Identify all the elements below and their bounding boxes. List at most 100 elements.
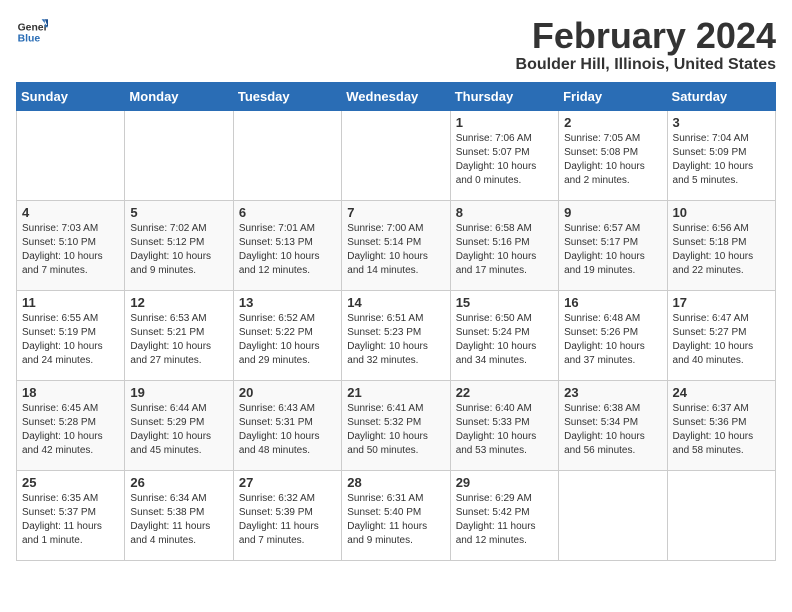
calendar-cell: 15Sunrise: 6:50 AM Sunset: 5:24 PM Dayli… bbox=[450, 290, 558, 380]
day-info: Sunrise: 7:05 AM Sunset: 5:08 PM Dayligh… bbox=[564, 132, 661, 188]
day-info: Sunrise: 6:58 AM Sunset: 5:16 PM Dayligh… bbox=[456, 222, 553, 278]
calendar-cell: 10 Sunrise: 6:56 AM Sunset: 5:18 PM Dayli… bbox=[667, 200, 775, 290]
calendar-cell: 6 Sunrise: 7:01 AM Sunset: 5:13 PM Daylig… bbox=[233, 200, 341, 290]
calendar-week-2: 4 Sunrise: 7:03 AM Sunset: 5:10 PM Daylig… bbox=[17, 200, 776, 290]
calendar-cell: 21 Sunrise: 6:41 AM Sunset: 5:32 PM Dayli… bbox=[342, 380, 450, 470]
col-saturday: Saturday bbox=[667, 82, 775, 110]
day-number: 6 bbox=[239, 205, 336, 220]
calendar-cell bbox=[667, 470, 775, 560]
day-number: 20 bbox=[239, 385, 336, 400]
calendar-cell: 1Sunrise: 7:06 AM Sunset: 5:07 PM Daylig… bbox=[450, 110, 558, 200]
calendar-cell: 13 Sunrise: 6:52 AM Sunset: 5:22 PM Dayli… bbox=[233, 290, 341, 380]
day-info: Sunrise: 6:47 AM Sunset: 5:27 PM Dayligh… bbox=[673, 312, 770, 368]
day-info: Sunrise: 7:00 AM Sunset: 5:14 PM Dayligh… bbox=[347, 222, 444, 278]
calendar-subtitle: Boulder Hill, Illinois, United States bbox=[516, 56, 776, 74]
logo-icon: General Blue bbox=[16, 16, 48, 48]
calendar-cell: 11 Sunrise: 6:55 AM Sunset: 5:19 PM Dayli… bbox=[17, 290, 125, 380]
day-number: 28 bbox=[347, 475, 444, 490]
calendar-table: Sunday Monday Tuesday Wednesday Thursday… bbox=[16, 82, 776, 561]
day-info: Sunrise: 6:35 AM Sunset: 5:37 PM Dayligh… bbox=[22, 492, 119, 548]
day-info: Sunrise: 6:45 AM Sunset: 5:28 PM Dayligh… bbox=[22, 402, 119, 458]
day-number: 14 bbox=[347, 295, 444, 310]
calendar-week-4: 18 Sunrise: 6:45 AM Sunset: 5:28 PM Dayli… bbox=[17, 380, 776, 470]
day-number: 1 bbox=[456, 115, 553, 130]
day-info: Sunrise: 7:02 AM Sunset: 5:12 PM Dayligh… bbox=[130, 222, 227, 278]
calendar-cell bbox=[233, 110, 341, 200]
calendar-cell: 8 Sunrise: 6:58 AM Sunset: 5:16 PM Daylig… bbox=[450, 200, 558, 290]
calendar-cell: 22 Sunrise: 6:40 AM Sunset: 5:33 PM Dayli… bbox=[450, 380, 558, 470]
calendar-cell: 3 Sunrise: 7:04 AM Sunset: 5:09 PM Daylig… bbox=[667, 110, 775, 200]
calendar-cell: 9 Sunrise: 6:57 AM Sunset: 5:17 PM Daylig… bbox=[559, 200, 667, 290]
day-number: 19 bbox=[130, 385, 227, 400]
day-info: Sunrise: 6:31 AM Sunset: 5:40 PM Dayligh… bbox=[347, 492, 444, 548]
day-info: Sunrise: 6:53 AM Sunset: 5:21 PM Dayligh… bbox=[130, 312, 227, 368]
svg-text:General: General bbox=[18, 22, 48, 33]
day-info: Sunrise: 6:52 AM Sunset: 5:22 PM Dayligh… bbox=[239, 312, 336, 368]
day-info: Sunrise: 6:56 AM Sunset: 5:18 PM Dayligh… bbox=[673, 222, 770, 278]
day-number: 26 bbox=[130, 475, 227, 490]
day-number: 16 bbox=[564, 295, 661, 310]
calendar-cell: 18 Sunrise: 6:45 AM Sunset: 5:28 PM Dayli… bbox=[17, 380, 125, 470]
day-number: 25 bbox=[22, 475, 119, 490]
calendar-cell: 7 Sunrise: 7:00 AM Sunset: 5:14 PM Daylig… bbox=[342, 200, 450, 290]
day-info: Sunrise: 7:04 AM Sunset: 5:09 PM Dayligh… bbox=[673, 132, 770, 188]
calendar-cell: 20Sunrise: 6:43 AM Sunset: 5:31 PM Dayli… bbox=[233, 380, 341, 470]
day-info: Sunrise: 7:03 AM Sunset: 5:10 PM Dayligh… bbox=[22, 222, 119, 278]
calendar-cell: 19 Sunrise: 6:44 AM Sunset: 5:29 PM Dayli… bbox=[125, 380, 233, 470]
day-number: 2 bbox=[564, 115, 661, 130]
calendar-cell bbox=[559, 470, 667, 560]
calendar-cell: 25 Sunrise: 6:35 AM Sunset: 5:37 PM Dayli… bbox=[17, 470, 125, 560]
col-sunday: Sunday bbox=[17, 82, 125, 110]
day-number: 7 bbox=[347, 205, 444, 220]
day-info: Sunrise: 6:40 AM Sunset: 5:33 PM Dayligh… bbox=[456, 402, 553, 458]
calendar-cell bbox=[125, 110, 233, 200]
day-info: Sunrise: 6:55 AM Sunset: 5:19 PM Dayligh… bbox=[22, 312, 119, 368]
day-number: 5 bbox=[130, 205, 227, 220]
calendar-header: Sunday Monday Tuesday Wednesday Thursday… bbox=[17, 82, 776, 110]
day-number: 18 bbox=[22, 385, 119, 400]
col-wednesday: Wednesday bbox=[342, 82, 450, 110]
calendar-cell: 24 Sunrise: 6:37 AM Sunset: 5:36 PM Dayli… bbox=[667, 380, 775, 470]
day-number: 21 bbox=[347, 385, 444, 400]
day-info: Sunrise: 6:44 AM Sunset: 5:29 PM Dayligh… bbox=[130, 402, 227, 458]
col-friday: Friday bbox=[559, 82, 667, 110]
calendar-cell: 5 Sunrise: 7:02 AM Sunset: 5:12 PM Daylig… bbox=[125, 200, 233, 290]
day-info: Sunrise: 6:34 AM Sunset: 5:38 PM Dayligh… bbox=[130, 492, 227, 548]
calendar-body: 1Sunrise: 7:06 AM Sunset: 5:07 PM Daylig… bbox=[17, 110, 776, 560]
calendar-cell: 26 Sunrise: 6:34 AM Sunset: 5:38 PM Dayli… bbox=[125, 470, 233, 560]
calendar-cell: 2 Sunrise: 7:05 AM Sunset: 5:08 PM Daylig… bbox=[559, 110, 667, 200]
svg-text:Blue: Blue bbox=[18, 34, 41, 45]
day-number: 13 bbox=[239, 295, 336, 310]
col-monday: Monday bbox=[125, 82, 233, 110]
day-info: Sunrise: 6:48 AM Sunset: 5:26 PM Dayligh… bbox=[564, 312, 661, 368]
day-number: 12 bbox=[130, 295, 227, 310]
calendar-week-5: 25 Sunrise: 6:35 AM Sunset: 5:37 PM Dayli… bbox=[17, 470, 776, 560]
calendar-cell bbox=[342, 110, 450, 200]
calendar-cell: 28 Sunrise: 6:31 AM Sunset: 5:40 PM Dayli… bbox=[342, 470, 450, 560]
day-number: 9 bbox=[564, 205, 661, 220]
day-info: Sunrise: 6:57 AM Sunset: 5:17 PM Dayligh… bbox=[564, 222, 661, 278]
day-info: Sunrise: 6:37 AM Sunset: 5:36 PM Dayligh… bbox=[673, 402, 770, 458]
day-info: Sunrise: 6:38 AM Sunset: 5:34 PM Dayligh… bbox=[564, 402, 661, 458]
page-header: General Blue February 2024 Boulder Hill,… bbox=[16, 16, 776, 74]
day-info: Sunrise: 6:41 AM Sunset: 5:32 PM Dayligh… bbox=[347, 402, 444, 458]
calendar-cell: 29Sunrise: 6:29 AM Sunset: 5:42 PM Dayli… bbox=[450, 470, 558, 560]
day-number: 11 bbox=[22, 295, 119, 310]
calendar-cell: 12 Sunrise: 6:53 AM Sunset: 5:21 PM Dayli… bbox=[125, 290, 233, 380]
day-number: 24 bbox=[673, 385, 770, 400]
day-number: 10 bbox=[673, 205, 770, 220]
col-thursday: Thursday bbox=[450, 82, 558, 110]
title-area: February 2024 Boulder Hill, Illinois, Un… bbox=[516, 16, 776, 74]
day-number: 3 bbox=[673, 115, 770, 130]
logo: General Blue bbox=[16, 16, 48, 48]
calendar-cell: 17Sunrise: 6:47 AM Sunset: 5:27 PM Dayli… bbox=[667, 290, 775, 380]
calendar-cell: 23 Sunrise: 6:38 AM Sunset: 5:34 PM Dayli… bbox=[559, 380, 667, 470]
day-number: 4 bbox=[22, 205, 119, 220]
day-number: 8 bbox=[456, 205, 553, 220]
calendar-cell: 27Sunrise: 6:32 AM Sunset: 5:39 PM Dayli… bbox=[233, 470, 341, 560]
day-info: Sunrise: 7:01 AM Sunset: 5:13 PM Dayligh… bbox=[239, 222, 336, 278]
day-info: Sunrise: 6:50 AM Sunset: 5:24 PM Dayligh… bbox=[456, 312, 553, 368]
day-number: 22 bbox=[456, 385, 553, 400]
day-number: 23 bbox=[564, 385, 661, 400]
calendar-cell: 4 Sunrise: 7:03 AM Sunset: 5:10 PM Daylig… bbox=[17, 200, 125, 290]
